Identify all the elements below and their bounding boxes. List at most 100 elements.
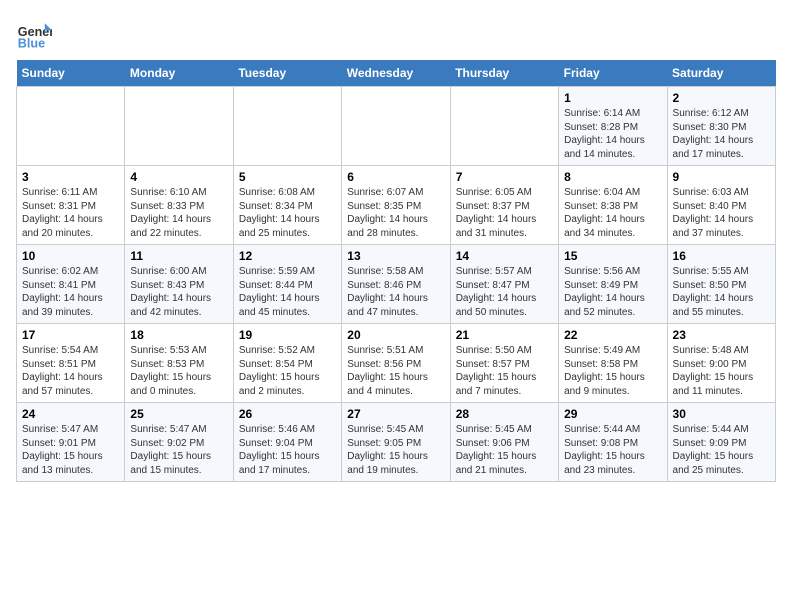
day-info: Sunrise: 6:07 AM Sunset: 8:35 PM Dayligh… [347, 186, 444, 240]
calendar-cell: 28 Sunrise: 5:45 AM Sunset: 9:06 PM Dayli… [450, 403, 558, 482]
dow-header-monday: Monday [125, 60, 233, 87]
day-number: 12 [239, 249, 336, 263]
day-info: Sunrise: 5:56 AM Sunset: 8:49 PM Dayligh… [564, 265, 661, 319]
calendar-week-5: 24 Sunrise: 5:47 AM Sunset: 9:01 PM Dayli… [17, 403, 776, 482]
dow-header-thursday: Thursday [450, 60, 558, 87]
day-number: 8 [564, 170, 661, 184]
day-info: Sunrise: 6:10 AM Sunset: 8:33 PM Dayligh… [130, 186, 227, 240]
calendar-cell: 2 Sunrise: 6:12 AM Sunset: 8:30 PM Daylig… [667, 87, 775, 166]
day-number: 5 [239, 170, 336, 184]
day-number: 7 [456, 170, 553, 184]
day-number: 21 [456, 328, 553, 342]
calendar-week-3: 10Sunrise: 6:02 AM Sunset: 8:41 PM Dayli… [17, 245, 776, 324]
day-number: 6 [347, 170, 444, 184]
day-number: 27 [347, 407, 444, 421]
day-info: Sunrise: 6:08 AM Sunset: 8:34 PM Dayligh… [239, 186, 336, 240]
page-header: General Blue [16, 16, 776, 52]
dow-header-friday: Friday [559, 60, 667, 87]
day-info: Sunrise: 5:49 AM Sunset: 8:58 PM Dayligh… [564, 344, 661, 398]
calendar-week-4: 17 Sunrise: 5:54 AM Sunset: 8:51 PM Dayli… [17, 324, 776, 403]
dow-header-sunday: Sunday [17, 60, 125, 87]
day-number: 17 [22, 328, 119, 342]
day-info: Sunrise: 6:04 AM Sunset: 8:38 PM Dayligh… [564, 186, 661, 240]
day-number: 4 [130, 170, 227, 184]
day-number: 19 [239, 328, 336, 342]
day-info: Sunrise: 6:05 AM Sunset: 8:37 PM Dayligh… [456, 186, 553, 240]
calendar-week-1: 1 Sunrise: 6:14 AM Sunset: 8:28 PM Daylig… [17, 87, 776, 166]
day-number: 20 [347, 328, 444, 342]
day-number: 30 [673, 407, 770, 421]
calendar-cell: 16 Sunrise: 5:55 AM Sunset: 8:50 PM Dayli… [667, 245, 775, 324]
day-info: Sunrise: 5:46 AM Sunset: 9:04 PM Dayligh… [239, 423, 336, 477]
day-info: Sunrise: 5:50 AM Sunset: 8:57 PM Dayligh… [456, 344, 553, 398]
calendar-cell: 15 Sunrise: 5:56 AM Sunset: 8:49 PM Dayli… [559, 245, 667, 324]
calendar-cell: 26 Sunrise: 5:46 AM Sunset: 9:04 PM Dayli… [233, 403, 341, 482]
day-number: 11 [130, 249, 227, 263]
day-info: Sunrise: 5:55 AM Sunset: 8:50 PM Dayligh… [673, 265, 770, 319]
day-info: Sunrise: 5:45 AM Sunset: 9:06 PM Dayligh… [456, 423, 553, 477]
calendar-table: SundayMondayTuesdayWednesdayThursdayFrid… [16, 60, 776, 482]
dow-header-tuesday: Tuesday [233, 60, 341, 87]
calendar-cell [233, 87, 341, 166]
calendar-cell: 7 Sunrise: 6:05 AM Sunset: 8:37 PM Daylig… [450, 166, 558, 245]
day-info: Sunrise: 5:52 AM Sunset: 8:54 PM Dayligh… [239, 344, 336, 398]
day-number: 23 [673, 328, 770, 342]
calendar-cell: 24 Sunrise: 5:47 AM Sunset: 9:01 PM Dayli… [17, 403, 125, 482]
day-info: Sunrise: 5:44 AM Sunset: 9:08 PM Dayligh… [564, 423, 661, 477]
day-number: 29 [564, 407, 661, 421]
day-info: Sunrise: 5:59 AM Sunset: 8:44 PM Dayligh… [239, 265, 336, 319]
svg-text:Blue: Blue [18, 37, 45, 51]
day-number: 1 [564, 91, 661, 105]
calendar-cell: 29 Sunrise: 5:44 AM Sunset: 9:08 PM Dayli… [559, 403, 667, 482]
calendar-cell: 12 Sunrise: 5:59 AM Sunset: 8:44 PM Dayli… [233, 245, 341, 324]
logo: General Blue [16, 16, 52, 52]
day-info: Sunrise: 6:14 AM Sunset: 8:28 PM Dayligh… [564, 107, 661, 161]
calendar-cell: 13 Sunrise: 5:58 AM Sunset: 8:46 PM Dayli… [342, 245, 450, 324]
calendar-header: SundayMondayTuesdayWednesdayThursdayFrid… [17, 60, 776, 87]
calendar-cell: 19 Sunrise: 5:52 AM Sunset: 8:54 PM Dayli… [233, 324, 341, 403]
day-info: Sunrise: 5:53 AM Sunset: 8:53 PM Dayligh… [130, 344, 227, 398]
day-number: 14 [456, 249, 553, 263]
day-info: Sunrise: 5:57 AM Sunset: 8:47 PM Dayligh… [456, 265, 553, 319]
day-number: 16 [673, 249, 770, 263]
day-number: 26 [239, 407, 336, 421]
day-number: 13 [347, 249, 444, 263]
day-info: Sunrise: 6:12 AM Sunset: 8:30 PM Dayligh… [673, 107, 770, 161]
calendar-week-2: 3 Sunrise: 6:11 AM Sunset: 8:31 PM Daylig… [17, 166, 776, 245]
calendar-cell: 3 Sunrise: 6:11 AM Sunset: 8:31 PM Daylig… [17, 166, 125, 245]
calendar-cell: 1 Sunrise: 6:14 AM Sunset: 8:28 PM Daylig… [559, 87, 667, 166]
calendar-cell [450, 87, 558, 166]
day-info: Sunrise: 5:48 AM Sunset: 9:00 PM Dayligh… [673, 344, 770, 398]
day-info: Sunrise: 5:47 AM Sunset: 9:01 PM Dayligh… [22, 423, 119, 477]
calendar-body: 1 Sunrise: 6:14 AM Sunset: 8:28 PM Daylig… [17, 87, 776, 482]
calendar-cell: 17 Sunrise: 5:54 AM Sunset: 8:51 PM Dayli… [17, 324, 125, 403]
logo-icon: General Blue [16, 16, 52, 52]
day-number: 24 [22, 407, 119, 421]
calendar-cell: 9Sunrise: 6:03 AM Sunset: 8:40 PM Daylig… [667, 166, 775, 245]
day-number: 25 [130, 407, 227, 421]
day-number: 28 [456, 407, 553, 421]
calendar-cell: 5 Sunrise: 6:08 AM Sunset: 8:34 PM Daylig… [233, 166, 341, 245]
calendar-cell: 14 Sunrise: 5:57 AM Sunset: 8:47 PM Dayli… [450, 245, 558, 324]
day-info: Sunrise: 5:54 AM Sunset: 8:51 PM Dayligh… [22, 344, 119, 398]
calendar-cell: 6 Sunrise: 6:07 AM Sunset: 8:35 PM Daylig… [342, 166, 450, 245]
calendar-cell: 20 Sunrise: 5:51 AM Sunset: 8:56 PM Dayli… [342, 324, 450, 403]
calendar-cell: 18 Sunrise: 5:53 AM Sunset: 8:53 PM Dayli… [125, 324, 233, 403]
day-number: 15 [564, 249, 661, 263]
calendar-cell: 30 Sunrise: 5:44 AM Sunset: 9:09 PM Dayli… [667, 403, 775, 482]
day-info: Sunrise: 6:11 AM Sunset: 8:31 PM Dayligh… [22, 186, 119, 240]
day-number: 18 [130, 328, 227, 342]
day-info: Sunrise: 5:58 AM Sunset: 8:46 PM Dayligh… [347, 265, 444, 319]
day-info: Sunrise: 5:51 AM Sunset: 8:56 PM Dayligh… [347, 344, 444, 398]
day-number: 3 [22, 170, 119, 184]
calendar-cell: 21 Sunrise: 5:50 AM Sunset: 8:57 PM Dayli… [450, 324, 558, 403]
calendar-cell: 25Sunrise: 5:47 AM Sunset: 9:02 PM Dayli… [125, 403, 233, 482]
calendar-cell: 11Sunrise: 6:00 AM Sunset: 8:43 PM Dayli… [125, 245, 233, 324]
day-info: Sunrise: 5:45 AM Sunset: 9:05 PM Dayligh… [347, 423, 444, 477]
day-info: Sunrise: 6:03 AM Sunset: 8:40 PM Dayligh… [673, 186, 770, 240]
dow-header-wednesday: Wednesday [342, 60, 450, 87]
day-number: 2 [673, 91, 770, 105]
day-number: 10 [22, 249, 119, 263]
day-info: Sunrise: 5:44 AM Sunset: 9:09 PM Dayligh… [673, 423, 770, 477]
calendar-cell: 4 Sunrise: 6:10 AM Sunset: 8:33 PM Daylig… [125, 166, 233, 245]
